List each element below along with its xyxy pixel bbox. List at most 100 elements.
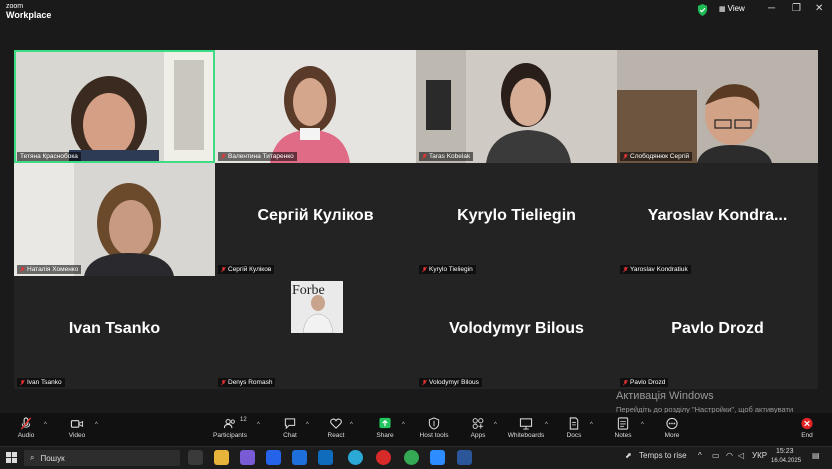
share-button[interactable]: Share xyxy=(365,417,405,439)
chat-options-chevron-icon[interactable]: ^ xyxy=(306,422,309,428)
apps-button[interactable]: Apps xyxy=(458,417,498,439)
restore-icon[interactable]: ❐ xyxy=(792,3,801,14)
view-button[interactable]: ▦ View xyxy=(719,4,745,13)
name-tag-label: Taras Kobelak xyxy=(429,153,471,160)
name-tag: Наталія Хоменко xyxy=(17,265,82,274)
notes-label: Notes xyxy=(614,432,632,439)
clock-time[interactable]: 15:23 xyxy=(776,448,794,455)
react-options-chevron-icon[interactable]: ^ xyxy=(350,422,353,428)
name-tag: Pavlo Drozd xyxy=(620,378,669,387)
video-tile[interactable]: Слободянюк Сергій xyxy=(617,50,818,163)
taskbar-search[interactable]: ⌕ Пошук xyxy=(24,450,180,466)
video-tile[interactable]: Тетяна Краснобока xyxy=(14,50,215,163)
react-button[interactable]: React xyxy=(316,417,356,439)
docs-button[interactable]: Docs xyxy=(554,417,594,439)
zoom-app-icon[interactable] xyxy=(430,450,445,465)
audio-button[interactable]: Audio xyxy=(6,417,46,439)
name-tile[interactable]: Pavlo Drozd Pavlo Drozd xyxy=(617,276,818,389)
participant-name: Сергій Куліков xyxy=(257,207,374,224)
share-screen-icon xyxy=(379,417,391,429)
whiteboards-options-chevron-icon[interactable]: ^ xyxy=(545,422,548,428)
mic-muted-icon xyxy=(422,153,427,159)
mic-muted-icon xyxy=(20,379,25,385)
grid-icon: ▦ xyxy=(719,5,726,13)
end-button[interactable]: End xyxy=(787,417,827,439)
end-call-icon xyxy=(801,417,813,430)
video-button[interactable]: Video xyxy=(57,417,97,439)
tray-chevron-icon[interactable]: ^ xyxy=(698,451,702,460)
name-tile[interactable]: Kyrylo Tieliegin Kyrylo Tieliegin xyxy=(416,163,617,276)
chrome-icon[interactable] xyxy=(404,450,419,465)
end-label: End xyxy=(801,432,813,439)
participant-video xyxy=(14,163,215,276)
participant-video xyxy=(617,50,818,163)
name-tag-label: Volodymyr Bilous xyxy=(429,379,479,386)
apps-options-chevron-icon[interactable]: ^ xyxy=(494,422,497,428)
video-options-chevron-icon[interactable]: ^ xyxy=(95,422,98,428)
store-icon[interactable] xyxy=(266,450,281,465)
mail-icon[interactable] xyxy=(318,450,333,465)
avatar-tile[interactable]: Forbe Denys Romash xyxy=(215,276,416,389)
host-tools-label: Host tools xyxy=(419,432,449,439)
name-tag-label: Валентина Титаренко xyxy=(228,153,294,160)
name-tag-label: Тетяна Краснобока xyxy=(20,153,78,160)
more-label: More xyxy=(664,432,680,439)
wifi-icon[interactable]: ◠ xyxy=(726,451,733,460)
participants-options-chevron-icon[interactable]: ^ xyxy=(257,422,260,428)
volume-icon[interactable]: ◁ xyxy=(738,451,744,460)
edge-icon[interactable] xyxy=(348,450,363,465)
weather-icon[interactable]: ⬈ xyxy=(625,451,632,460)
shield-icon[interactable] xyxy=(697,4,708,16)
chat-button[interactable]: Chat xyxy=(270,417,310,439)
windows-taskbar: ⌕ Пошук ⬈ Temps to rise ^ ▭ ◠ ◁ УКР 15:2… xyxy=(0,446,832,469)
network-icon[interactable]: ▭ xyxy=(712,451,720,460)
clock-date[interactable]: 16.04.2025 xyxy=(771,458,801,464)
host-tools-button[interactable]: Host tools xyxy=(414,417,454,439)
logo-line2: Workplace xyxy=(6,10,52,20)
minimize-icon[interactable]: ─ xyxy=(768,3,775,14)
share-options-chevron-icon[interactable]: ^ xyxy=(402,422,405,428)
outlook-icon[interactable] xyxy=(292,450,307,465)
participants-label: Participants xyxy=(213,432,247,439)
video-label: Video xyxy=(68,432,86,439)
share-label: Share xyxy=(376,432,394,439)
chat-icon xyxy=(284,418,296,430)
notifications-icon[interactable]: ▤ xyxy=(812,451,820,460)
activation-watermark-title: Активація Windows xyxy=(616,390,714,402)
task-view-icon[interactable] xyxy=(188,450,203,465)
participant-name: Volodymyr Bilous xyxy=(449,320,584,337)
windows-start-icon[interactable] xyxy=(6,452,17,463)
whiteboard-icon xyxy=(519,418,533,430)
weather-text[interactable]: Temps to rise xyxy=(639,451,687,460)
name-tile[interactable]: Yaroslav Kondra... Yaroslav Kondratiuk xyxy=(617,163,818,276)
docs-options-chevron-icon[interactable]: ^ xyxy=(590,422,593,428)
participant-video xyxy=(14,50,215,163)
video-tile[interactable]: Валентина Титаренко xyxy=(215,50,416,163)
opera-icon[interactable] xyxy=(376,450,391,465)
language-indicator[interactable]: УКР xyxy=(752,451,767,460)
participant-name: Pavlo Drozd xyxy=(671,320,764,337)
notes-button[interactable]: Notes xyxy=(603,417,643,439)
video-tile[interactable]: Taras Kobelak xyxy=(416,50,617,163)
copilot-icon[interactable] xyxy=(240,450,255,465)
search-placeholder: Пошук xyxy=(40,453,65,463)
name-tile[interactable]: Ivan Tsanko Ivan Tsanko xyxy=(14,276,215,389)
file-explorer-icon[interactable] xyxy=(214,450,229,465)
close-icon[interactable]: ✕ xyxy=(815,3,823,14)
name-tag-label: Наталія Хоменко xyxy=(27,266,79,273)
participant-name: Ivan Tsanko xyxy=(68,320,161,337)
whiteboards-button[interactable]: Whiteboards xyxy=(506,417,546,439)
mic-muted-icon xyxy=(422,379,427,385)
name-tile[interactable]: Volodymyr Bilous Volodymyr Bilous xyxy=(416,276,617,389)
name-tile[interactable]: Сергій Куліков Сергій Куліков xyxy=(215,163,416,276)
mic-muted-icon xyxy=(20,417,32,430)
notes-options-chevron-icon[interactable]: ^ xyxy=(641,422,644,428)
audio-label: Audio xyxy=(17,432,35,439)
notes-icon xyxy=(617,417,629,430)
word-icon[interactable] xyxy=(457,450,472,465)
more-button[interactable]: More xyxy=(652,417,692,439)
mic-muted-icon xyxy=(221,153,226,159)
audio-options-chevron-icon[interactable]: ^ xyxy=(44,422,47,428)
name-tag: Ivan Tsanko xyxy=(17,378,65,387)
video-tile[interactable]: Наталія Хоменко xyxy=(14,163,215,276)
